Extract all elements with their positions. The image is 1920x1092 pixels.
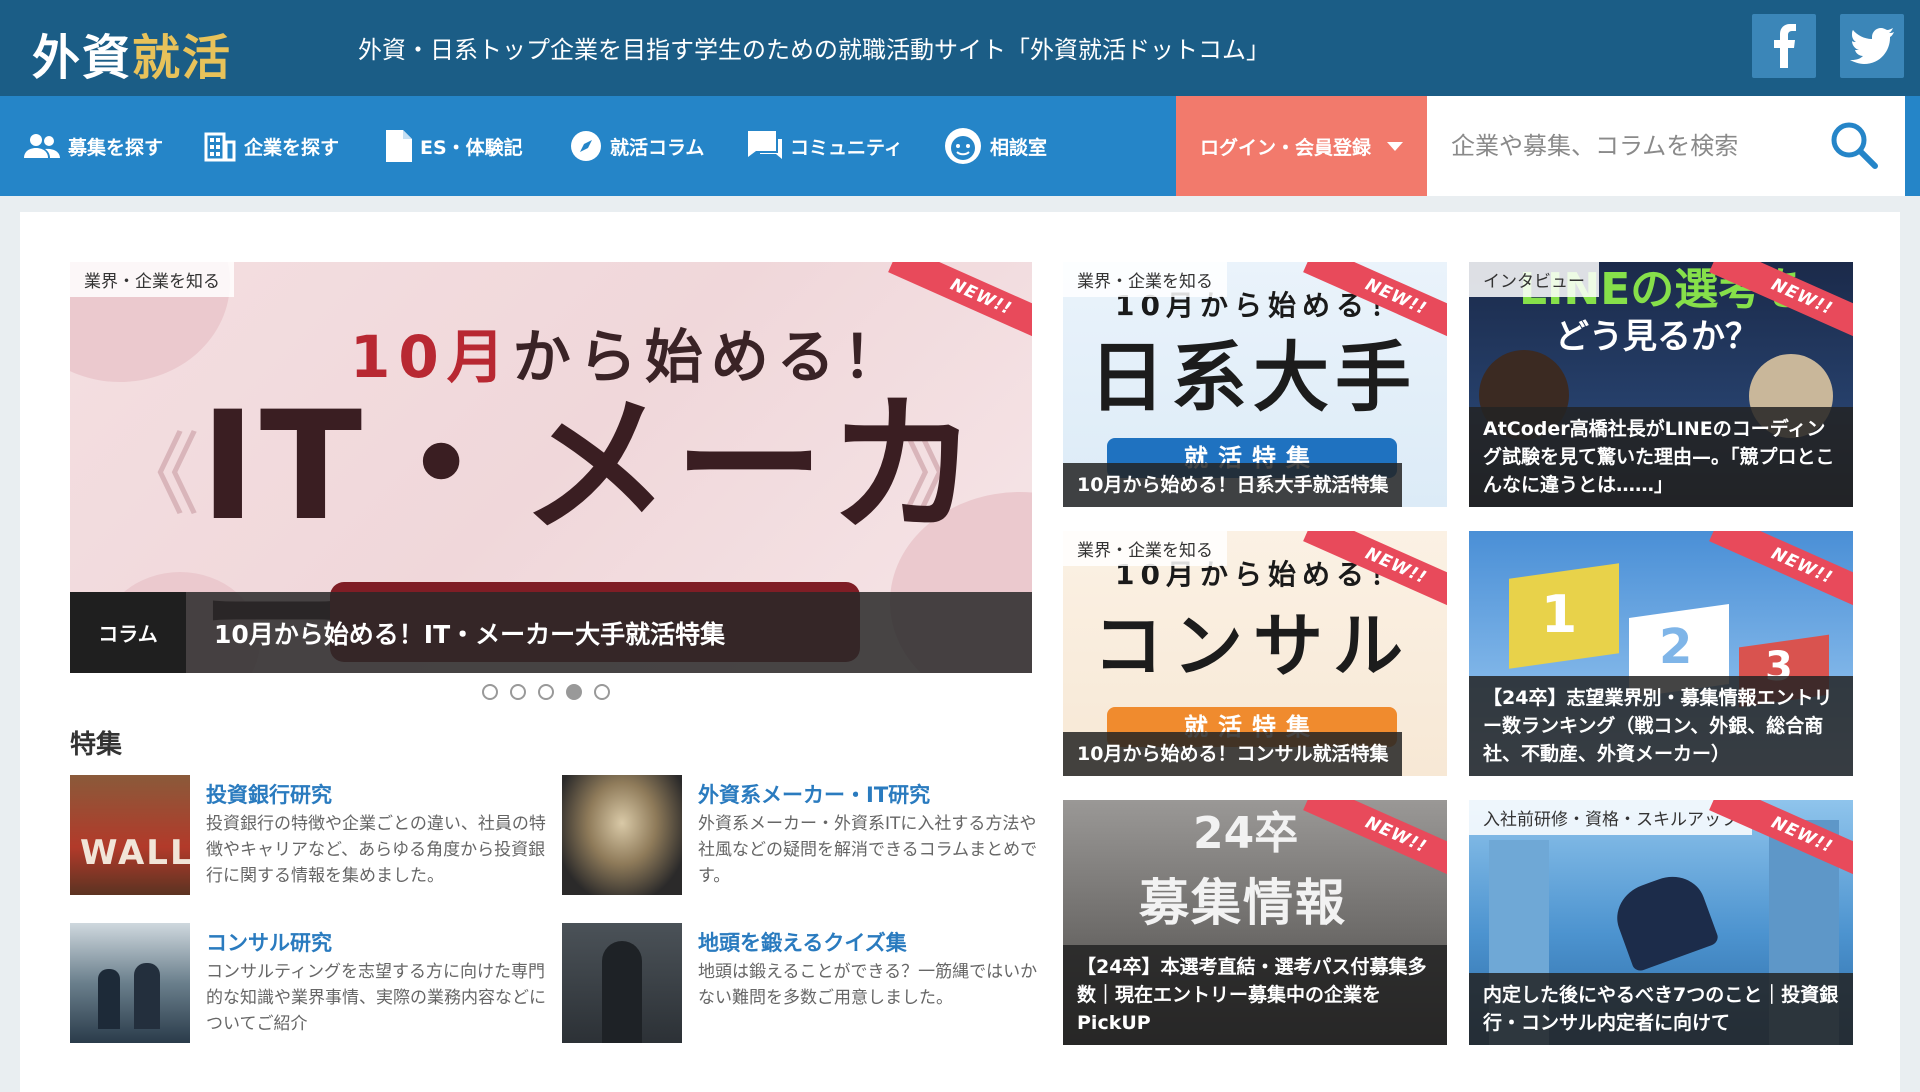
slider-dot-2[interactable] (510, 684, 526, 700)
main-nav: 募集を探す 企業を探す ES・体験記 就活コラム コミュニティ 相談室 ログイン… (0, 96, 1920, 196)
hero-slider[interactable]: 業界・企業を知る NEW!! 10月から始める！ 《 》 IT・メーカー コラム… (70, 262, 1032, 673)
nav-item-community[interactable]: コミュニティ (748, 96, 903, 196)
flag-number: 2 (1659, 619, 1693, 675)
card-big-text: 募集情報 (1139, 874, 1347, 932)
feature-thumb (70, 923, 190, 1043)
facebook-icon (1774, 24, 1796, 68)
people-icon (24, 134, 60, 158)
flag-number: 1 (1541, 585, 1578, 645)
slider-dot-4[interactable] (566, 684, 582, 700)
hero-category: 業界・企業を知る (70, 262, 234, 297)
feature-thumb (562, 775, 682, 895)
nav-label: 企業を探す (244, 136, 340, 159)
nav-item-es[interactable]: ES・体験記 (386, 96, 523, 196)
card-caption: 【24卒】志望業界別・募集情報エントリー数ランキング（戦コン、外銀、総合商社、不… (1469, 676, 1853, 776)
search-box (1427, 96, 1905, 196)
new-badge: NEW!! (1709, 531, 1853, 619)
slider-dots (482, 684, 610, 700)
feature-desc: 地頭は鍛えることができる？一筋縄ではいかない難問を多数ご用意しました。 (698, 962, 1038, 1008)
card-caption: 10月から始める！コンサル就活特集 (1063, 732, 1403, 776)
facebook-button[interactable] (1752, 14, 1816, 78)
feature-title[interactable]: 地頭を鍛えるクイズ集 (698, 927, 907, 957)
nav-item-column[interactable]: 就活コラム (570, 96, 704, 196)
article-card[interactable]: 24卒 募集情報 NEW!! 【24卒】本選考直結・選考パス付募集多数｜現在エン… (1063, 800, 1447, 1045)
slider-dot-1[interactable] (482, 684, 498, 700)
article-card[interactable]: 10月から始める！ コンサル 就活特集 業界・企業を知る NEW!! 10月から… (1063, 531, 1447, 776)
feature-desc: コンサルティングを志望する方に向けた専門的な知識や業界事情、実際の業務内容などに… (206, 962, 546, 1034)
search-input[interactable] (1451, 126, 1811, 166)
hero-title: 10月から始める！IT・メーカー大手就活特集 (214, 619, 726, 649)
feature-title[interactable]: コンサル研究 (206, 927, 332, 957)
thumb-person (98, 969, 120, 1029)
feature-item[interactable]: 外資系メーカー・IT研究 外資系メーカー・外資系ITに入社する方法や社風などの疑… (562, 775, 1042, 895)
building-icon (204, 132, 236, 162)
feature-title[interactable]: 投資銀行研究 (206, 779, 332, 809)
thumb-person (134, 963, 160, 1029)
feature-thumb (562, 923, 682, 1043)
nav-label: 就活コラム (610, 136, 705, 159)
compass-icon (571, 131, 601, 161)
smile-icon (945, 128, 981, 164)
card-category: インタビュー (1469, 262, 1599, 297)
nav-item-jobs[interactable]: 募集を探す (24, 96, 163, 196)
thumb-person (602, 941, 642, 1043)
nav-label: ES・体験記 (420, 136, 523, 159)
site-tagline: 外資・日系トップ企業を目指す学生のための就職活動サイト「外資就活ドットコム」 (358, 36, 1270, 64)
feature-item[interactable]: 地頭を鍛えるクイズ集 地頭は鍛えることができる？一筋縄ではいかない難問を多数ご用… (562, 923, 1042, 1043)
article-card[interactable]: 入社前研修・資格・スキルアップ NEW!! 内定した後にやるべき7つのこと｜投資… (1469, 800, 1853, 1045)
twitter-icon (1850, 28, 1894, 64)
article-card[interactable]: 1 2 3 NEW!! 【24卒】志望業界別・募集情報エントリー数ランキング（戦… (1469, 531, 1853, 776)
thumb-sign-text: WALL (80, 833, 190, 873)
logo-text-1: 外資 (32, 30, 133, 86)
card-category: 業界・企業を知る (1063, 531, 1227, 566)
card-big-text: 日系大手 (1089, 333, 1417, 422)
card-top-text: 24卒 (1193, 808, 1299, 859)
card-top-text-2: どう見るか？ (1555, 317, 1759, 357)
article-card[interactable]: LINEの選考を どう見るか？ インタビュー NEW!! AtCoder高橋社長… (1469, 262, 1853, 507)
feature-thumb: WALL (70, 775, 190, 895)
feature-title[interactable]: 外資系メーカー・IT研究 (698, 779, 930, 809)
login-register-button[interactable]: ログイン・会員登録 (1176, 96, 1427, 196)
card-caption: 【24卒】本選考直結・選考パス付募集多数｜現在エントリー募集中の企業をPickU… (1063, 945, 1447, 1045)
card-category: 入社前研修・資格・スキルアップ (1469, 800, 1752, 835)
nav-label: 相談室 (990, 136, 1048, 159)
left-bracket-icon: 《 (110, 423, 200, 528)
nav-item-consult[interactable]: 相談室 (944, 96, 1047, 196)
slider-dot-5[interactable] (594, 684, 610, 700)
login-label: ログイン・会員登録 (1199, 136, 1371, 159)
logo-text-2: 就活 (132, 30, 233, 86)
jumping-person (1608, 867, 1720, 973)
card-big-text: コンサル (1093, 605, 1413, 687)
feature-item[interactable]: コンサル研究 コンサルティングを志望する方に向けた専門的な知識や業界事情、実際の… (70, 923, 550, 1043)
site-header: 外資就活 外資・日系トップ企業を目指す学生のための就職活動サイト「外資就活ドット… (0, 0, 1920, 96)
card-caption: AtCoder高橋社長がLINEのコーディング試験を見て驚いた理由—。「競プロと… (1469, 407, 1853, 507)
caret-down-icon (1387, 141, 1403, 151)
hero-tag: コラム (70, 592, 186, 673)
features-title: 特集 (70, 730, 123, 760)
twitter-button[interactable] (1840, 14, 1904, 78)
new-badge: NEW!! (888, 262, 1032, 350)
card-caption: 10月から始める！日系大手就活特集 (1063, 463, 1403, 507)
document-icon (386, 130, 412, 162)
site-logo[interactable]: 外資就活 (32, 18, 232, 88)
article-card[interactable]: 10月から始める！ 日系大手 就活特集 業界・企業を知る NEW!! 10月から… (1063, 262, 1447, 507)
card-caption: 内定した後にやるべき7つのこと｜投資銀行・コンサル内定者に向けて (1469, 973, 1853, 1045)
nav-item-companies[interactable]: 企業を探す (204, 96, 339, 196)
search-icon[interactable] (1829, 120, 1879, 170)
hero-caption[interactable]: コラム 10月から始める！IT・メーカー大手就活特集 (70, 592, 1032, 673)
feature-desc: 投資銀行の特徴や企業ごとの違い、社員の特徴やキャリアなど、あらゆる角度から投資銀… (206, 814, 546, 886)
chat-icon (748, 131, 782, 159)
feature-item[interactable]: WALL 投資銀行研究 投資銀行の特徴や企業ごとの違い、社員の特徴やキャリアなど… (70, 775, 550, 895)
card-category: 業界・企業を知る (1063, 262, 1227, 297)
nav-label: 募集を探す (68, 136, 164, 159)
feature-desc: 外資系メーカー・外資系ITに入社する方法や社風などの疑問を解消できるコラムまとめ… (698, 814, 1038, 886)
slider-dot-3[interactable] (538, 684, 554, 700)
nav-label: コミュニティ (790, 136, 903, 159)
